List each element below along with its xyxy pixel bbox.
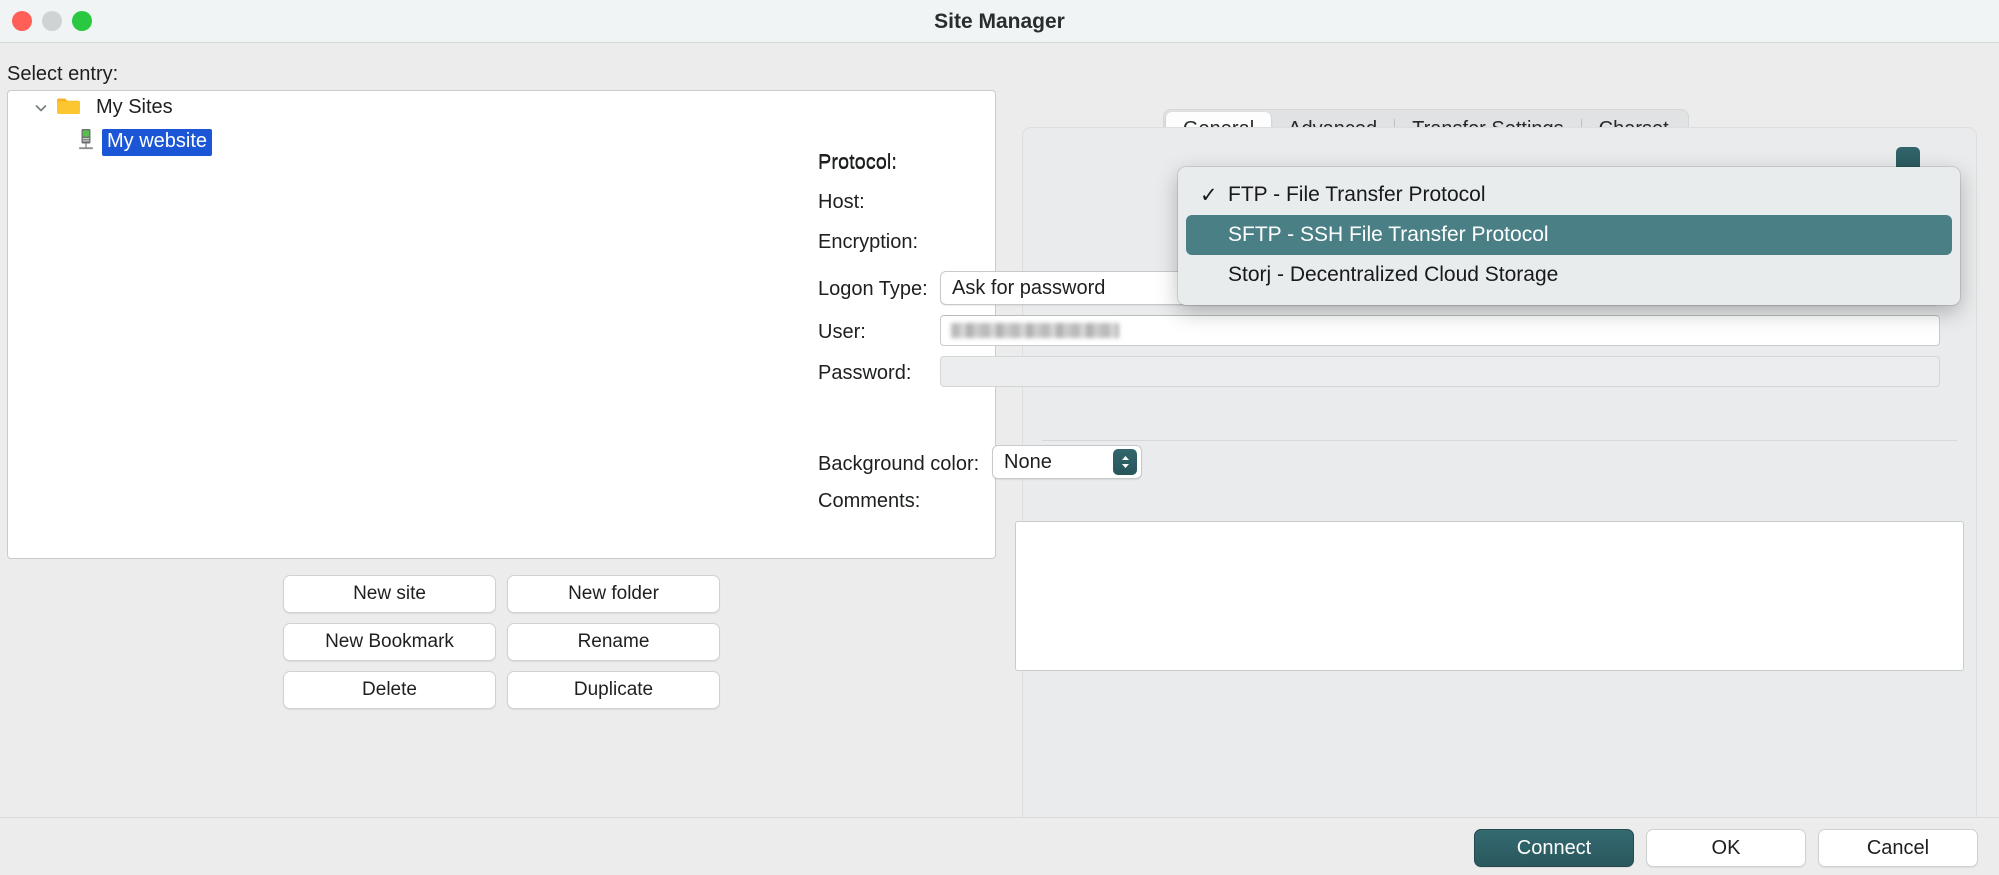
chevron-down-icon[interactable] xyxy=(30,97,52,119)
new-site-button[interactable]: New site xyxy=(283,575,496,613)
new-bookmark-button[interactable]: New Bookmark xyxy=(283,623,496,661)
user-input[interactable] xyxy=(940,315,1940,346)
menu-item-sftp[interactable]: SFTP - SSH File Transfer Protocol xyxy=(1186,215,1952,255)
server-icon xyxy=(76,128,96,157)
protocol-label: Protocol: xyxy=(818,152,897,175)
duplicate-button[interactable]: Duplicate xyxy=(507,671,720,709)
menu-item-ftp[interactable]: ✓ FTP - File Transfer Protocol xyxy=(1186,175,1952,215)
section-divider xyxy=(1042,440,1957,441)
ok-button[interactable]: OK xyxy=(1646,829,1806,867)
menu-item-storj[interactable]: Storj - Decentralized Cloud Storage xyxy=(1186,255,1952,295)
chevron-updown-icon[interactable] xyxy=(1113,449,1137,475)
delete-button[interactable]: Delete xyxy=(283,671,496,709)
menu-item-label: FTP - File Transfer Protocol xyxy=(1228,183,1486,207)
background-color-label: Background color: xyxy=(818,453,979,476)
rename-button[interactable]: Rename xyxy=(507,623,720,661)
tree-item-my-sites[interactable]: My Sites xyxy=(8,91,995,125)
background-color-select[interactable]: None xyxy=(992,445,1142,479)
window-titlebar: Site Manager xyxy=(0,0,1999,43)
protocol-dropdown-menu[interactable]: ✓ FTP - File Transfer Protocol SFTP - SS… xyxy=(1178,167,1960,305)
user-value-redacted xyxy=(951,323,1119,338)
user-label: User: xyxy=(818,321,866,344)
cancel-button[interactable]: Cancel xyxy=(1818,829,1978,867)
connect-button[interactable]: Connect xyxy=(1474,829,1634,867)
folder-icon xyxy=(56,96,81,121)
background-color-value: None xyxy=(1004,451,1113,474)
window-title: Site Manager xyxy=(0,0,1999,43)
comments-textarea[interactable] xyxy=(1015,521,1964,671)
menu-item-label: SFTP - SSH File Transfer Protocol xyxy=(1228,223,1549,247)
logon-type-label: Logon Type: xyxy=(818,278,928,301)
check-icon: ✓ xyxy=(1200,183,1228,208)
host-label: Host: xyxy=(818,191,865,214)
select-entry-label: Select entry: xyxy=(7,63,118,86)
password-label: Password: xyxy=(818,362,911,385)
new-folder-button[interactable]: New folder xyxy=(507,575,720,613)
site-tree-actions: New site New folder New Bookmark Rename … xyxy=(283,575,720,709)
encryption-label: Encryption: xyxy=(818,231,918,254)
comments-label: Comments: xyxy=(818,490,920,513)
tree-item-label: My Sites xyxy=(91,95,178,122)
tree-item-label: My website xyxy=(102,129,212,156)
footer-actions: Connect OK Cancel xyxy=(1474,829,1978,867)
password-input[interactable] xyxy=(940,356,1940,387)
dialog-footer: Connect OK Cancel xyxy=(0,817,1999,875)
menu-item-label: Storj - Decentralized Cloud Storage xyxy=(1228,263,1558,287)
dialog-body: Select entry: My Sites xyxy=(0,43,1999,817)
